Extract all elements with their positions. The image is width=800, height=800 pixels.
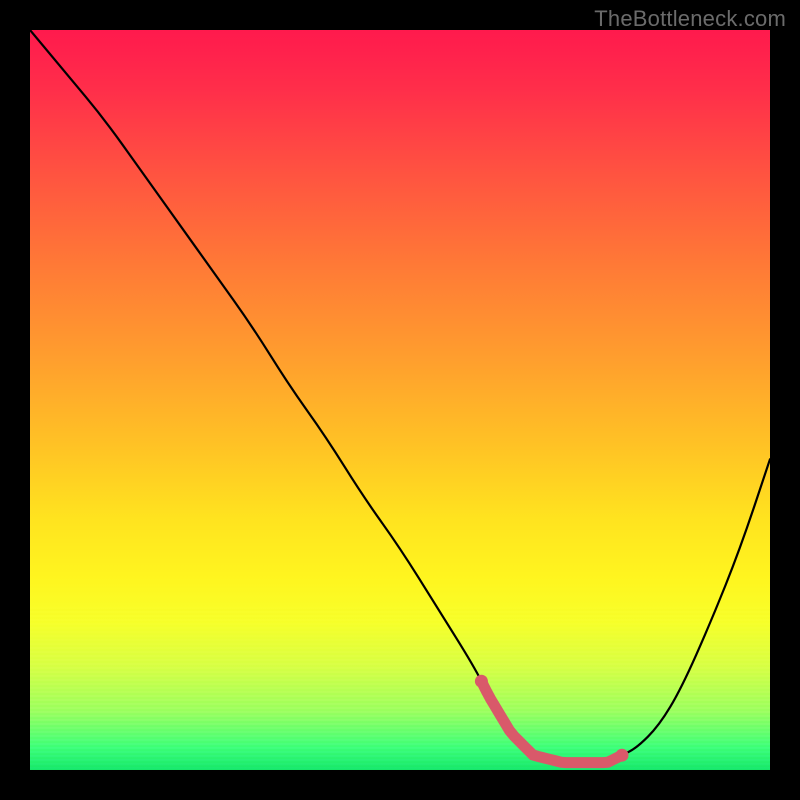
chart-frame: TheBottleneck.com <box>0 0 800 800</box>
plot-area <box>30 30 770 770</box>
highlight-point-start <box>475 675 488 688</box>
highlight-point-end <box>616 749 629 762</box>
watermark-text: TheBottleneck.com <box>594 6 786 32</box>
bottleneck-curve <box>30 30 770 763</box>
optimal-region-highlight <box>481 681 622 762</box>
curve-svg <box>30 30 770 770</box>
